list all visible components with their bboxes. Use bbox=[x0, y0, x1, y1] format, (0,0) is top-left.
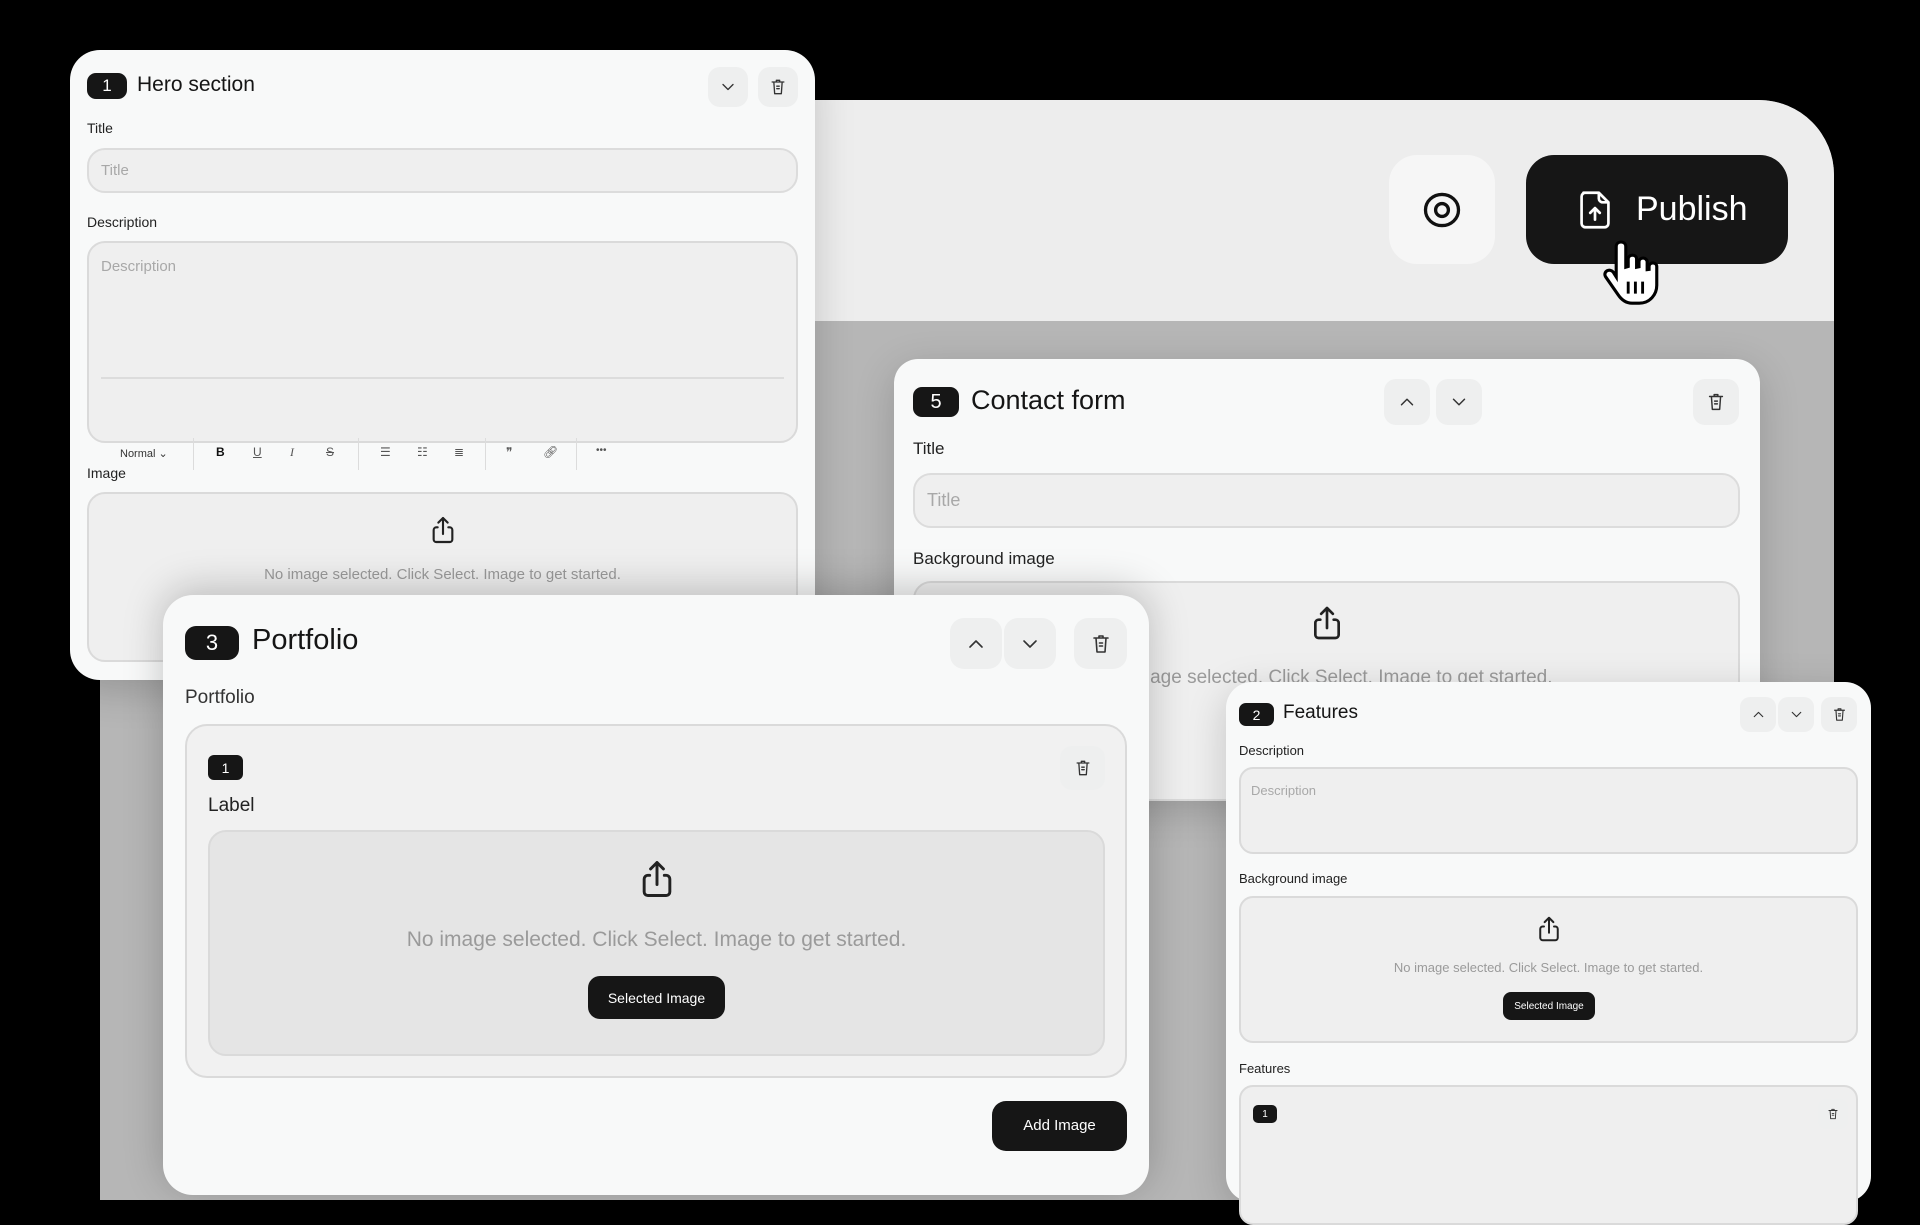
chevron-up-icon bbox=[1396, 391, 1418, 413]
item-number-badge: 1 bbox=[1253, 1105, 1277, 1123]
section-number-badge: 3 bbox=[185, 626, 239, 660]
move-up-button[interactable] bbox=[1384, 379, 1430, 425]
bullet-list-button[interactable]: ☰ bbox=[380, 445, 391, 459]
toolbar-divider bbox=[358, 438, 359, 470]
toolbar-divider bbox=[576, 438, 577, 470]
title-placeholder: Title bbox=[927, 490, 961, 510]
delete-item-button[interactable] bbox=[1818, 1099, 1848, 1129]
empty-image-message: No image selected. Click Select. Image t… bbox=[406, 928, 907, 951]
collapse-button[interactable] bbox=[708, 67, 748, 107]
delete-item-button[interactable] bbox=[1060, 746, 1105, 790]
upload-icon bbox=[635, 857, 679, 901]
link-button[interactable]: 🔗︎ bbox=[543, 445, 558, 459]
move-down-button[interactable] bbox=[1778, 697, 1814, 732]
feature-item: 1 bbox=[1239, 1085, 1858, 1225]
background-image-label: Background image bbox=[913, 549, 1055, 568]
section-number-badge: 1 bbox=[87, 73, 127, 99]
title-label: Title bbox=[913, 439, 945, 458]
chevron-down-icon bbox=[1788, 706, 1805, 723]
select-image-button[interactable]: Selected Image bbox=[1503, 992, 1595, 1020]
preview-button[interactable] bbox=[1389, 155, 1495, 264]
background-image-dropzone[interactable]: No image selected. Click Select. Image t… bbox=[1239, 896, 1858, 1043]
eye-icon bbox=[1423, 192, 1461, 227]
item-image-dropzone[interactable]: No image selected. Click Select. Image t… bbox=[208, 830, 1105, 1056]
section-number-badge: 5 bbox=[913, 387, 959, 417]
features-label: Features bbox=[1239, 1061, 1291, 1076]
underline-button[interactable]: U bbox=[253, 445, 262, 459]
add-image-button[interactable]: Add Image bbox=[992, 1101, 1127, 1151]
format-select-value: Normal bbox=[120, 448, 156, 460]
delete-section-button[interactable] bbox=[1821, 697, 1857, 732]
indent-button[interactable]: ≣ bbox=[454, 445, 464, 459]
file-upload-icon bbox=[1580, 190, 1610, 229]
upload-icon bbox=[1534, 914, 1564, 944]
empty-image-message: No image selected. Click Select. Image t… bbox=[264, 566, 621, 583]
trash-icon bbox=[1831, 706, 1848, 723]
chevron-up-icon bbox=[964, 632, 988, 656]
move-down-button[interactable] bbox=[1004, 618, 1056, 669]
hand-cursor-icon bbox=[1603, 240, 1659, 305]
chevron-up-icon bbox=[1750, 706, 1767, 723]
section-title: Portfolio bbox=[252, 624, 359, 656]
delete-section-button[interactable] bbox=[758, 67, 798, 107]
trash-icon bbox=[1089, 632, 1113, 656]
toolbar-divider bbox=[193, 438, 194, 470]
section-title: Hero section bbox=[137, 73, 255, 96]
title-input[interactable]: Title bbox=[913, 473, 1740, 528]
quote-button[interactable]: ❞ bbox=[506, 445, 512, 459]
image-label: Image bbox=[87, 465, 126, 481]
editor-divider bbox=[101, 377, 784, 379]
more-button[interactable]: ••• bbox=[596, 445, 607, 456]
upload-icon bbox=[427, 514, 459, 546]
strikethrough-button[interactable]: S bbox=[326, 445, 334, 459]
background-image-label: Background image bbox=[1239, 871, 1348, 886]
chevron-down-icon bbox=[1448, 391, 1470, 413]
section-title: Features bbox=[1283, 702, 1358, 723]
select-image-button[interactable]: Selected Image bbox=[588, 976, 725, 1019]
item-number-badge: 1 bbox=[208, 755, 243, 780]
description-placeholder: Description bbox=[101, 258, 177, 275]
title-label: Title bbox=[87, 120, 113, 136]
format-select[interactable]: Normal ⌄ bbox=[120, 447, 168, 460]
numbered-list-button[interactable]: ☷ bbox=[417, 445, 428, 459]
title-placeholder: Title bbox=[101, 162, 129, 179]
italic-button[interactable]: I bbox=[290, 445, 294, 460]
trash-icon bbox=[1826, 1107, 1840, 1121]
description-editor[interactable]: Description bbox=[87, 241, 798, 443]
portfolio-item: 1 Label No image selected. Click Select.… bbox=[185, 724, 1127, 1078]
portfolio-card: 3 Portfolio Portfolio 1 Label No image s… bbox=[163, 595, 1149, 1195]
chevron-down-icon bbox=[1018, 632, 1042, 656]
upload-icon bbox=[1307, 603, 1347, 643]
trash-icon bbox=[1073, 758, 1093, 778]
section-title: Contact form bbox=[971, 385, 1126, 415]
description-placeholder: Description bbox=[1251, 783, 1317, 798]
hero-section-card: 1 Hero section Title Title Description D… bbox=[70, 50, 815, 680]
trash-icon bbox=[768, 77, 788, 97]
trash-icon bbox=[1705, 391, 1727, 413]
move-down-button[interactable] bbox=[1436, 379, 1482, 425]
description-input[interactable]: Description bbox=[1239, 767, 1858, 854]
portfolio-label: Portfolio bbox=[185, 687, 255, 708]
description-label: Description bbox=[1239, 743, 1305, 758]
publish-label: Publish bbox=[1636, 190, 1748, 228]
item-label: Label bbox=[208, 795, 255, 816]
move-up-button[interactable] bbox=[950, 618, 1002, 669]
chevron-down-icon bbox=[718, 77, 738, 97]
delete-section-button[interactable] bbox=[1693, 379, 1739, 425]
delete-section-button[interactable] bbox=[1074, 618, 1127, 669]
move-up-button[interactable] bbox=[1740, 697, 1776, 732]
bold-button[interactable]: B bbox=[216, 445, 225, 459]
title-input[interactable]: Title bbox=[87, 148, 798, 193]
toolbar-divider bbox=[485, 438, 486, 470]
section-number-badge: 2 bbox=[1239, 703, 1274, 726]
empty-image-message: No image selected. Click Select. Image t… bbox=[1393, 960, 1704, 975]
features-card: 2 Features Description Description Backg… bbox=[1226, 682, 1871, 1225]
description-label: Description bbox=[87, 214, 158, 230]
